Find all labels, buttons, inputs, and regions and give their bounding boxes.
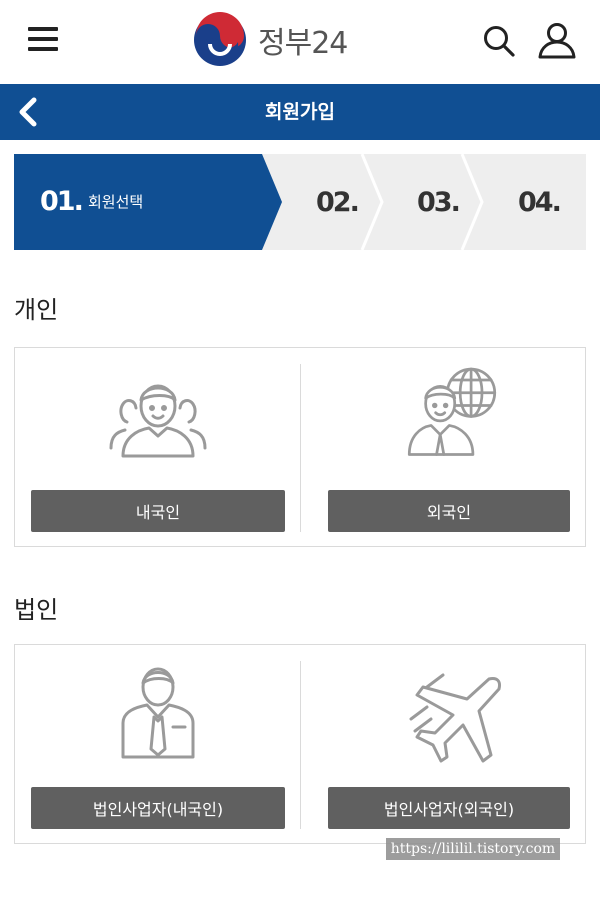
section-heading-individual: 개인 (14, 296, 59, 324)
hamburger-menu-icon[interactable] (28, 26, 60, 52)
step-2: 02. (316, 154, 360, 250)
site-logo[interactable]: 정부24 (192, 12, 348, 68)
step-3-number: 03. (417, 186, 461, 218)
logo-text: 정부24 (258, 26, 348, 61)
step-3: 03. (417, 154, 461, 250)
user-icon[interactable] (536, 22, 578, 60)
foreigner-signup-button[interactable]: 외국인 (328, 490, 570, 532)
airplane-icon (409, 673, 501, 763)
divider (300, 364, 301, 532)
step-1-label: 회원선택 (88, 193, 144, 211)
title-bar: 회원가입 (0, 84, 600, 140)
search-icon[interactable] (482, 24, 516, 58)
person-globe-icon (407, 367, 497, 456)
step-2-number: 02. (316, 186, 360, 218)
step-1-number: 01. (40, 186, 84, 217)
taegeuk-logo-icon (194, 12, 246, 66)
section-heading-corporate: 법인 (14, 596, 59, 624)
app-header: 정부24 (0, 0, 600, 84)
signup-stepper: 01. 회원선택 02. 03. 04. (14, 154, 586, 250)
people-group-icon (109, 384, 207, 458)
businessman-icon (121, 667, 195, 759)
corporate-foreigner-signup-button[interactable]: 법인사업자(외국인) (328, 787, 570, 829)
step-4-number: 04. (518, 186, 562, 218)
watermark: https://lililil.tistory.com (386, 838, 560, 860)
page-title: 회원가입 (265, 101, 335, 123)
step-4: 04. (518, 154, 562, 250)
domestic-signup-button[interactable]: 내국인 (31, 490, 285, 532)
corporate-options: 법인사업자(내국인) 법인사업자(외국인) (14, 644, 586, 844)
corporate-domestic-signup-button[interactable]: 법인사업자(내국인) (31, 787, 285, 829)
individual-options: 내국인 외국인 (14, 347, 586, 547)
divider (300, 661, 301, 829)
